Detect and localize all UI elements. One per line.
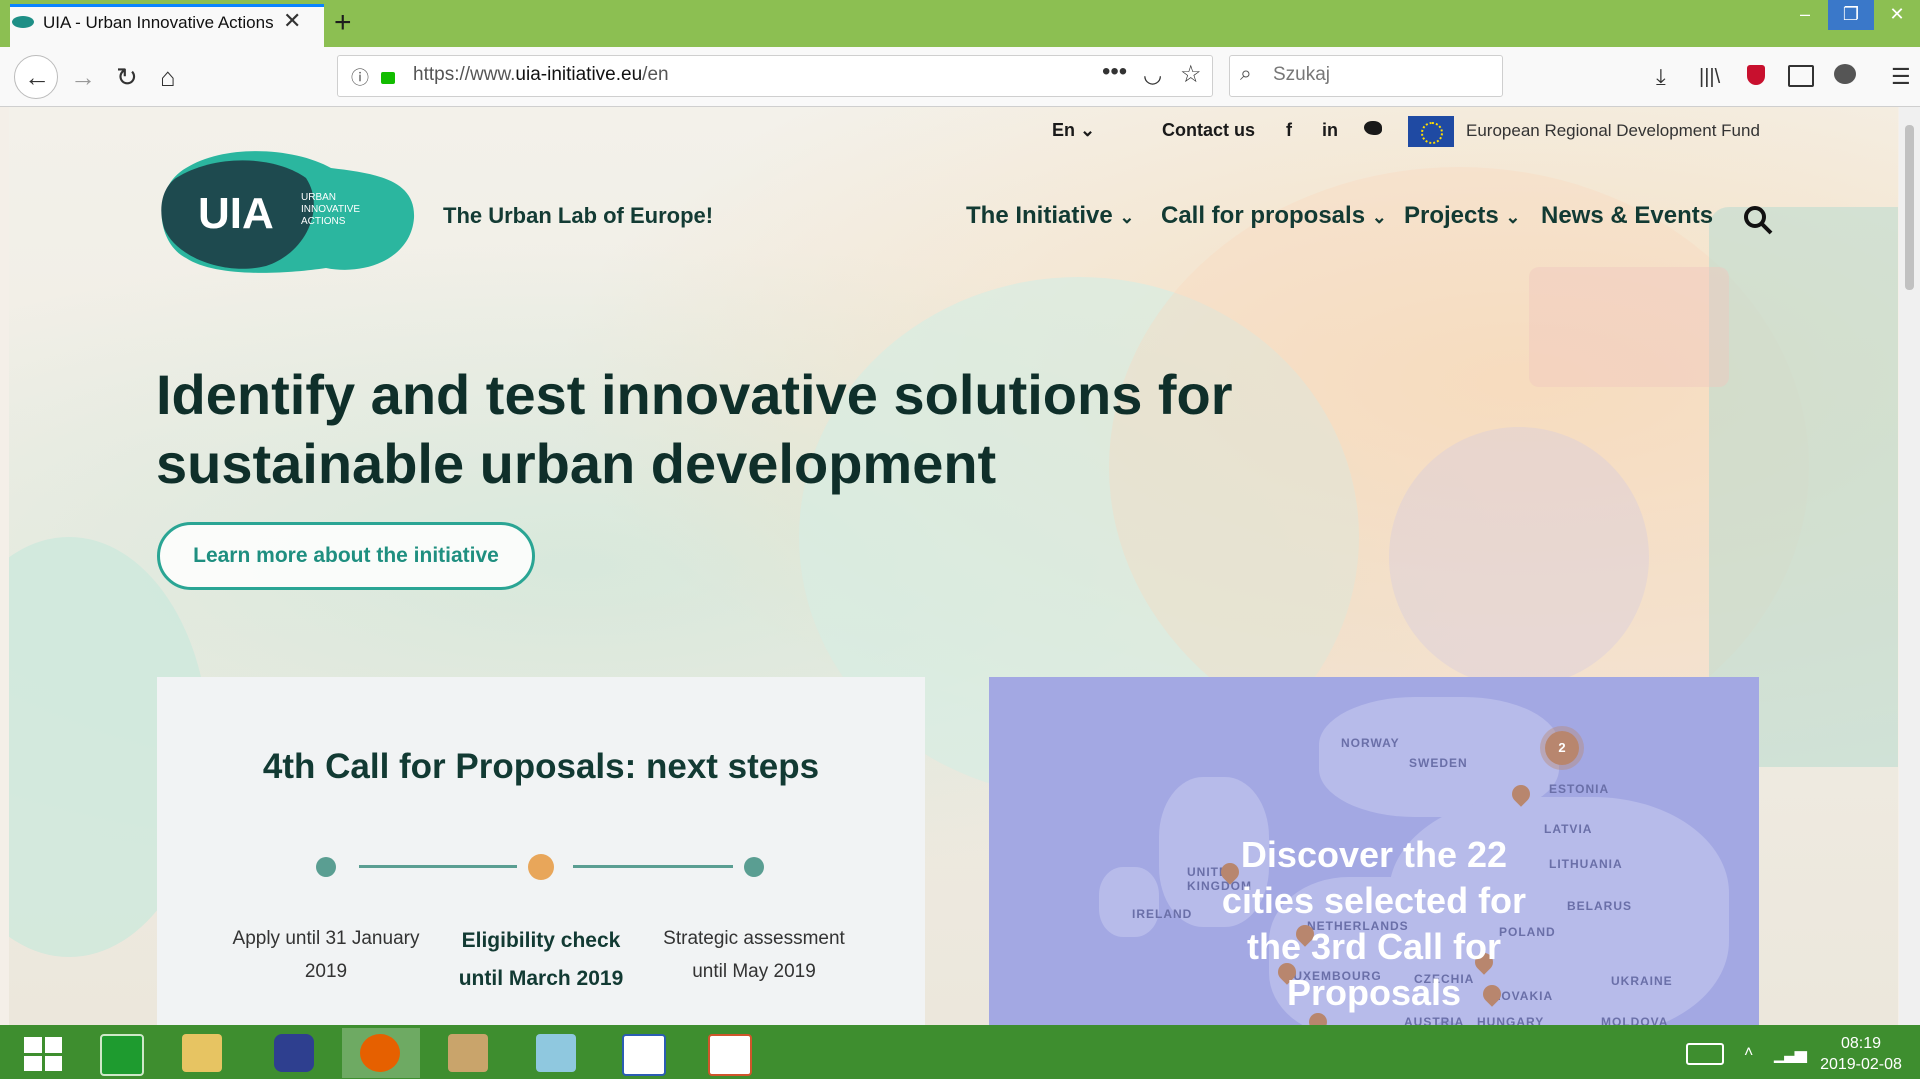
download-icon[interactable]: ⤓ (1656, 62, 1666, 92)
map-label-norway: NORWAY (1341, 736, 1400, 750)
map-label-moldova: MOLDOVA (1601, 1015, 1669, 1025)
back-arrow-icon: ← (24, 62, 50, 92)
keyboard-icon[interactable] (1686, 1043, 1724, 1065)
firefox-icon (360, 1034, 400, 1072)
reload-icon[interactable]: ↻ (116, 62, 138, 92)
uia-logo[interactable]: UIA URBAN INNOVATIVE ACTIONS (156, 148, 416, 278)
step-3-text: Strategic assessment until May 2019 (663, 928, 845, 982)
contact-link[interactable]: Contact us (1162, 120, 1255, 141)
sidebar-icon[interactable] (1788, 65, 1814, 87)
map-card-cta[interactable]: Discover the 22 cities selected for the … (989, 832, 1759, 1016)
step-connector-2 (573, 865, 733, 868)
taskbar-app-5[interactable] (430, 1028, 508, 1078)
pocket-icon[interactable]: ◡ (1143, 62, 1162, 88)
facebook-icon[interactable]: f (1286, 120, 1292, 141)
clock-date: 2019-02-08 (1820, 1056, 1902, 1073)
logo-subtext-2: INNOVATIVE (301, 204, 360, 215)
presentation-icon (708, 1034, 752, 1076)
favicon-icon (12, 16, 34, 28)
restore-button[interactable]: ❐ (1828, 0, 1874, 30)
linkedin-icon[interactable]: in (1322, 120, 1338, 141)
info-icon[interactable]: ⓘ (351, 64, 369, 90)
taskbar-store[interactable] (82, 1028, 160, 1078)
headline-line-1: Identify and test innovative solutions f… (156, 363, 1233, 426)
nav-news-events[interactable]: News & Events (1541, 202, 1713, 230)
taskbar-app-6[interactable] (518, 1028, 596, 1078)
eu-flag-icon (1408, 116, 1454, 147)
hero-headline: Identify and test innovative solutions f… (156, 360, 1256, 498)
chevron-down-icon: ⌄ (1505, 207, 1521, 227)
clock-time: 08:19 (1840, 1035, 1882, 1052)
app-icon (536, 1034, 576, 1072)
chevron-down-icon: ⌄ (1371, 207, 1387, 227)
url-text[interactable]: https://www.uia-initiative.eu/en (413, 64, 669, 86)
nav-the-initiative[interactable]: The Initiative ⌄ (966, 202, 1134, 230)
taskbar-clock[interactable]: 08:19 2019-02-08 (1806, 1033, 1916, 1075)
step-2-text: Eligibility check until March 2019 (458, 929, 624, 990)
search-icon[interactable] (1742, 204, 1774, 236)
search-icon: ⌕ (1240, 62, 1252, 85)
start-button[interactable] (24, 1037, 62, 1071)
taskbar-writer[interactable] (604, 1028, 682, 1078)
map-label-estonia: ESTONIA (1549, 782, 1610, 796)
network-icon[interactable]: ▁▃▅ (1774, 1044, 1807, 1064)
logo-subtext-1: URBAN (301, 192, 336, 203)
search-placeholder: Szukaj (1273, 64, 1331, 85)
language-selector[interactable]: En ⌄ (1052, 120, 1095, 141)
window-close-button[interactable]: ✕ (1874, 0, 1920, 30)
scrollbar-thumb[interactable] (1905, 125, 1914, 290)
minimize-button[interactable]: – (1782, 0, 1828, 30)
ublock-shield-icon[interactable] (1747, 65, 1765, 85)
taskbar-help[interactable] (256, 1028, 334, 1078)
forward-arrow-icon[interactable]: → (70, 62, 96, 92)
page-actions-icon[interactable]: ••• (1102, 58, 1127, 86)
library-icon[interactable]: |||\ (1699, 62, 1720, 92)
map-cluster-marker[interactable]: 2 (1545, 731, 1579, 765)
chevron-down-icon: ⌄ (1119, 207, 1135, 227)
store-icon (100, 1034, 144, 1076)
headline-line-2: sustainable urban development (156, 432, 997, 495)
logo-subtext-3: ACTIONS (301, 216, 346, 227)
map-label-hungary: HUNGARY (1477, 1015, 1545, 1025)
twitter-icon[interactable] (1364, 121, 1382, 135)
taskbar-firefox[interactable] (342, 1028, 420, 1078)
step-dot-2-active (528, 854, 554, 880)
nav-projects[interactable]: Projects ⌄ (1404, 202, 1520, 230)
step-connector-1 (359, 865, 517, 868)
map-label-sweden: SWEDEN (1409, 756, 1468, 770)
step-1-text: Apply until 31 January 2019 (232, 928, 420, 982)
call-card-title: 4th Call for Proposals: next steps (262, 747, 820, 786)
taskbar-impress[interactable] (690, 1028, 768, 1078)
map-label-austria: AUSTRIA (1404, 1015, 1465, 1025)
chevron-down-icon: ⌄ (1080, 120, 1096, 140)
chevron-up-icon[interactable]: ˄ (1744, 1044, 1753, 1062)
learn-more-button[interactable]: Learn more about the initiative (157, 522, 535, 590)
folder-icon (182, 1034, 222, 1072)
menu-icon[interactable]: ☰ (1891, 62, 1911, 92)
document-icon (622, 1034, 666, 1076)
step-dot-3 (744, 857, 764, 877)
erdf-label: European Regional Development Fund (1466, 121, 1760, 140)
app-icon (448, 1034, 488, 1072)
new-tab-button[interactable]: + (334, 4, 352, 42)
logo-text: UIA (198, 189, 274, 238)
site-tagline: The Urban Lab of Europe! (443, 203, 714, 228)
extension-icon[interactable] (1834, 64, 1856, 84)
tab-title: UIA - Urban Innovative Actions (43, 13, 274, 32)
nav-call-for-proposals[interactable]: Call for proposals ⌄ (1161, 202, 1387, 230)
bookmark-star-icon[interactable]: ☆ (1180, 60, 1202, 89)
lock-icon (381, 72, 395, 84)
close-tab-icon[interactable]: ✕ (283, 8, 301, 34)
taskbar-file-explorer[interactable] (164, 1028, 242, 1078)
search-bar[interactable] (1229, 55, 1503, 97)
home-icon[interactable]: ⌂ (160, 62, 176, 92)
help-icon (274, 1034, 314, 1072)
step-dot-1 (316, 857, 336, 877)
